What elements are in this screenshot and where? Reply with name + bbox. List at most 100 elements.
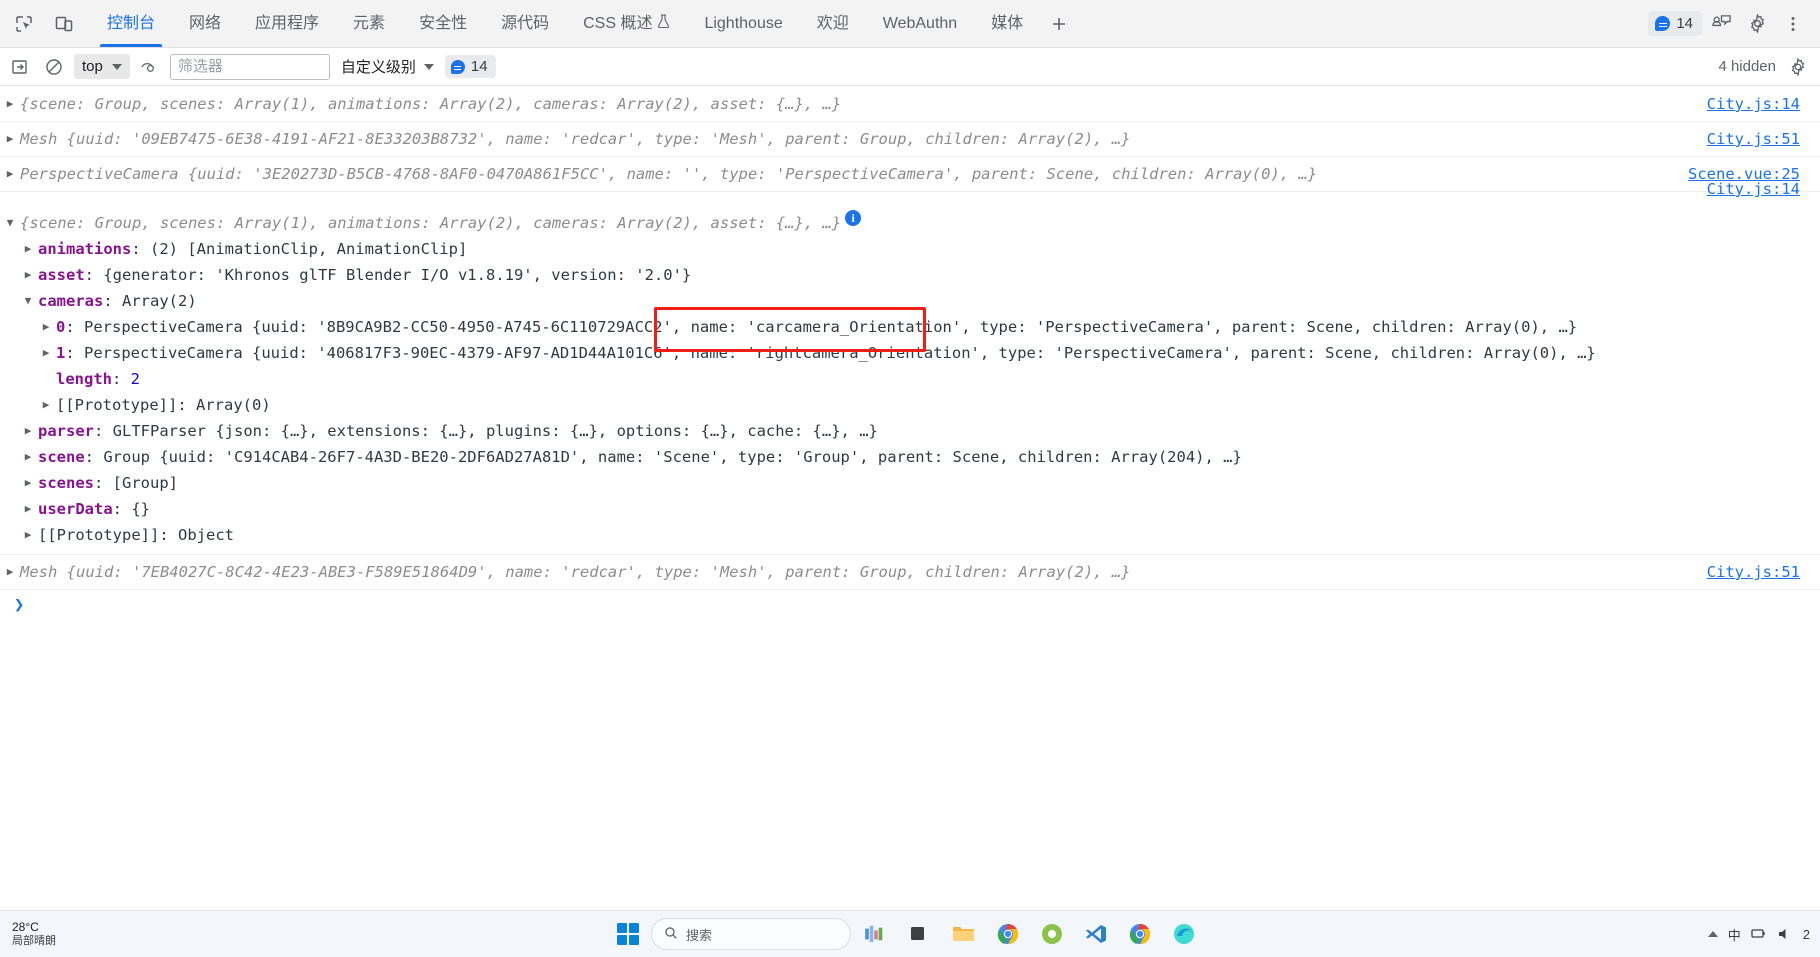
vscode-icon[interactable] [1079,917,1113,951]
array-item-row[interactable]: ▶ 1: PerspectiveCamera {uuid: '406817F3-… [0,340,1820,366]
expand-arrow-icon[interactable]: ▶ [18,470,38,496]
console-log-area[interactable]: ▶ {scene: Group, scenes: Array(1), anima… [0,87,1820,910]
console-expanded-group[interactable]: City.js:14 ▼ {scene: Group, scenes: Arra… [0,180,1820,555]
property-key: length [56,370,112,388]
execution-context-select[interactable]: top [74,54,130,79]
more-options-icon[interactable] [1776,7,1810,41]
tab-network[interactable]: 网络 [172,0,238,47]
notification-count[interactable]: 2 [1803,927,1810,942]
prototype-row[interactable]: ▶ [[Prototype]]: Array(0) [0,392,1820,418]
property-key: scene [38,448,85,466]
tab-webauthn[interactable]: WebAuthn [866,0,974,47]
no-entry-icon[interactable] [40,53,68,81]
inspect-element-icon[interactable] [6,6,42,42]
expand-arrow-icon[interactable]: ▶ [0,559,20,585]
chevron-up-icon[interactable] [1707,931,1718,937]
console-toolbar: top 自定义级别 14 4 hidden [0,48,1820,86]
taskbar-search-box[interactable]: 搜索 [651,918,851,950]
widgets-icon[interactable] [859,917,893,951]
live-expression-icon[interactable] [136,53,164,81]
expand-arrow-icon[interactable]: ▶ [0,91,20,117]
log-level-select[interactable]: 自定义级别 [336,53,439,80]
ime-indicator[interactable]: 中 [1728,925,1741,944]
console-settings-gear-icon[interactable] [1784,53,1812,81]
taskbar-search-placeholder: 搜索 [686,927,713,943]
console-row[interactable]: ▶ Mesh {uuid: '09EB7475-6E38-4191-AF21-8… [0,122,1820,157]
flask-icon [657,14,670,33]
console-row[interactable]: ▶ PerspectiveCamera {uuid: '3E20273D-B5C… [0,157,1820,192]
windows-start-button[interactable] [617,923,639,945]
expand-arrow-icon[interactable]: ▶ [18,418,38,444]
prompt-caret-icon: ❯ [14,595,25,615]
weather-widget[interactable]: 28°C 局部晴朗 [0,920,56,948]
tab-welcome[interactable]: 欢迎 [800,0,866,47]
clear-console-icon[interactable] [6,53,34,81]
feedback-icon[interactable] [1704,7,1738,41]
prototype-row[interactable]: ▶ [[Prototype]]: Object [0,522,1820,548]
expand-arrow-icon[interactable]: ▶ [18,262,38,288]
property-key: userData [38,500,113,518]
device-toolbar-icon[interactable] [46,6,82,42]
collapse-arrow-icon[interactable]: ▼ [18,288,38,314]
message-count-badge[interactable]: 14 [1648,11,1702,36]
object-property-row[interactable]: ▶ userData: {} [0,496,1820,522]
expand-arrow-icon[interactable]: ▶ [36,314,56,340]
network-icon[interactable] [1751,927,1767,941]
tab-application[interactable]: 应用程序 [238,0,336,47]
collapse-arrow-icon[interactable]: ▼ [0,210,20,236]
search-icon [664,926,678,943]
object-property-row[interactable]: ▶ parser: GLTFParser {json: {…}, extensi… [0,418,1820,444]
source-link[interactable]: City.js:51 [1707,126,1800,152]
issue-count-chip[interactable]: 14 [444,55,496,78]
chrome-canary-icon[interactable] [1035,917,1069,951]
object-property-row[interactable]: ▶ scene: Group {uuid: 'C914CAB4-26F7-4A3… [0,444,1820,470]
weather-temperature: 28°C [12,920,39,934]
volume-icon[interactable] [1777,927,1793,941]
chrome-icon[interactable] [991,917,1025,951]
tab-lighthouse[interactable]: Lighthouse [687,0,799,47]
task-view-icon[interactable] [903,917,937,951]
info-icon[interactable]: i [845,210,862,226]
execution-context-value: top [82,58,103,75]
property-value: Object [178,526,234,544]
array-item-row[interactable]: ▶ 0: PerspectiveCamera {uuid: '8B9CA9B2-… [0,314,1820,340]
expand-arrow-icon[interactable]: ▶ [18,496,38,522]
object-property-row[interactable]: ▶ scenes: [Group] [0,470,1820,496]
expand-arrow-icon[interactable]: ▶ [18,236,38,262]
source-link[interactable]: City.js:51 [1707,559,1800,585]
expand-arrow-icon[interactable]: ▶ [18,522,38,548]
expand-arrow-icon[interactable]: ▶ [0,161,20,187]
tab-sources[interactable]: 源代码 [484,0,566,47]
group-header[interactable]: ▼ {scene: Group, scenes: Array(1), anima… [0,210,1820,236]
console-row-text: Mesh {uuid: '09EB7475-6E38-4191-AF21-8E3… [20,130,1131,148]
tab-security[interactable]: 安全性 [402,0,484,47]
object-property-row[interactable]: ▶ asset: {generator: 'Khronos glTF Blend… [0,262,1820,288]
chrome-beta-icon[interactable] [1123,917,1157,951]
tab-label: 媒体 [991,14,1024,32]
property-value: GLTFParser {json: {…}, extensions: {…}, … [112,422,878,440]
filter-input[interactable] [169,53,330,80]
property-key: asset [38,266,85,284]
file-explorer-icon[interactable] [947,917,981,951]
edge-dev-icon[interactable] [1167,917,1201,951]
add-tab-button[interactable] [1040,0,1078,47]
console-row[interactable]: ▶ Mesh {uuid: '7EB4027C-8C42-4E23-ABE3-F… [0,555,1820,590]
expand-arrow-icon[interactable]: ▶ [36,392,56,418]
expand-arrow-icon[interactable]: ▶ [0,126,20,152]
array-length-row: length: 2 [0,366,1820,392]
expand-arrow-icon[interactable]: ▶ [36,340,56,366]
tab-media[interactable]: 媒体 [974,0,1040,47]
tab-css-overview[interactable]: CSS 概述 [566,0,687,47]
tab-console[interactable]: 控制台 [90,0,172,47]
console-prompt[interactable]: ❯ [0,590,1820,620]
object-property-row[interactable]: ▼ cameras: Array(2) [0,288,1820,314]
settings-gear-icon[interactable] [1740,7,1774,41]
object-property-row[interactable]: ▶ animations: (2) [AnimationClip, Animat… [0,236,1820,262]
expand-arrow-icon[interactable]: ▶ [18,444,38,470]
tab-elements[interactable]: 元素 [336,0,402,47]
message-count-label: 14 [1676,15,1693,32]
console-row[interactable]: ▶ {scene: Group, scenes: Array(1), anima… [0,87,1820,122]
hidden-messages-label[interactable]: 4 hidden [1718,58,1776,75]
source-link[interactable]: City.js:14 [1707,91,1800,117]
source-link[interactable]: City.js:14 [1707,176,1800,202]
